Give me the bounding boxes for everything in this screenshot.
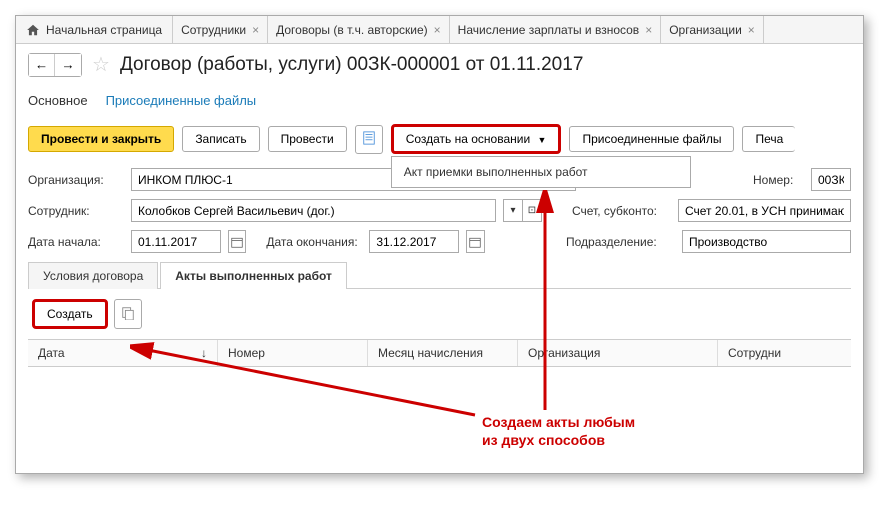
grid-body[interactable]	[28, 367, 851, 467]
tab-home-label: Начальная страница	[46, 23, 162, 37]
inner-tab-acts[interactable]: Акты выполненных работ	[160, 262, 347, 289]
nav-back-button[interactable]: ←	[29, 54, 55, 76]
grid-col-org[interactable]: Организация	[518, 340, 718, 366]
report-icon-button[interactable]	[355, 125, 383, 154]
dropdown-arrow-icon[interactable]: ▾	[503, 199, 523, 222]
grid-col-number[interactable]: Номер	[218, 340, 368, 366]
inner-tab-conditions[interactable]: Условия договора	[28, 262, 158, 289]
copy-icon	[121, 306, 135, 320]
end-date-label: Дата окончания:	[266, 235, 361, 249]
close-icon[interactable]: ×	[434, 23, 441, 37]
copy-icon-button[interactable]	[114, 299, 142, 329]
document-icon	[362, 131, 376, 145]
print-button[interactable]: Печа	[742, 126, 795, 152]
form-area: Организация: Номер: Сотрудник: ▾ ⊡ Счет,…	[16, 162, 863, 473]
grid-col-date[interactable]: Дата ↓	[28, 340, 218, 366]
create-act-button[interactable]: Создать	[32, 299, 108, 329]
section-tabs: Основное Присоединенные файлы	[16, 85, 863, 116]
page-title: Договор (работы, услуги) 00ЗК-000001 от …	[120, 54, 583, 76]
grid-col-employee[interactable]: Сотрудни	[718, 340, 851, 366]
calendar-icon[interactable]	[466, 230, 484, 253]
employee-label: Сотрудник:	[28, 204, 123, 218]
post-and-close-button[interactable]: Провести и закрыть	[28, 126, 174, 152]
create-based-dropdown: Акт приемки выполненных работ	[391, 156, 692, 188]
main-toolbar: Провести и закрыть Записать Провести Соз…	[16, 116, 863, 162]
start-date-label: Дата начала:	[28, 235, 123, 249]
close-icon[interactable]: ×	[748, 23, 755, 37]
sort-arrow-icon: ↓	[201, 346, 207, 360]
calendar-icon[interactable]	[228, 230, 246, 253]
division-input[interactable]	[682, 230, 851, 253]
employee-input[interactable]	[131, 199, 496, 222]
post-button[interactable]: Провести	[268, 126, 347, 152]
top-tabs-bar: Начальная страница Сотрудники × Договоры…	[16, 16, 863, 44]
account-input[interactable]	[678, 199, 851, 222]
tab-employees[interactable]: Сотрудники ×	[173, 16, 268, 43]
attached-files-button[interactable]: Присоединенные файлы	[569, 126, 734, 152]
number-label: Номер:	[753, 173, 803, 187]
number-input[interactable]	[811, 168, 851, 191]
title-bar: ← → ☆ Договор (работы, услуги) 00ЗК-0000…	[16, 44, 863, 85]
division-label: Подразделение:	[566, 235, 674, 249]
home-icon	[26, 23, 40, 37]
chevron-down-icon: ▼	[538, 135, 547, 145]
section-tab-main[interactable]: Основное	[28, 89, 88, 112]
close-icon[interactable]: ×	[252, 23, 259, 37]
section-tab-attached[interactable]: Присоединенные файлы	[106, 89, 257, 112]
close-icon[interactable]: ×	[645, 23, 652, 37]
end-date-input[interactable]	[369, 230, 459, 253]
grid-header: Дата ↓ Номер Месяц начисления Организаци…	[28, 339, 851, 367]
favorite-star-icon[interactable]: ☆	[92, 52, 110, 77]
save-button[interactable]: Записать	[182, 126, 259, 152]
create-based-on-button[interactable]: Создать на основании ▼	[391, 124, 562, 154]
tab-organizations[interactable]: Организации ×	[661, 16, 764, 43]
account-label: Счет, субконто:	[572, 204, 670, 218]
nav-forward-button[interactable]: →	[55, 54, 81, 76]
grid-col-month[interactable]: Месяц начисления	[368, 340, 518, 366]
dropdown-item-act[interactable]: Акт приемки выполненных работ	[404, 165, 679, 179]
org-label: Организация:	[28, 173, 123, 187]
tab-contracts[interactable]: Договоры (в т.ч. авторские) ×	[268, 16, 450, 43]
tab-payroll[interactable]: Начисление зарплаты и взносов ×	[450, 16, 662, 43]
tab-home[interactable]: Начальная страница	[16, 16, 173, 43]
nav-buttons: ← →	[28, 53, 82, 77]
start-date-input[interactable]	[131, 230, 221, 253]
acts-toolbar: Создать	[28, 289, 851, 339]
open-selection-icon[interactable]: ⊡	[522, 199, 542, 222]
inner-tabs: Условия договора Акты выполненных работ	[28, 261, 851, 289]
